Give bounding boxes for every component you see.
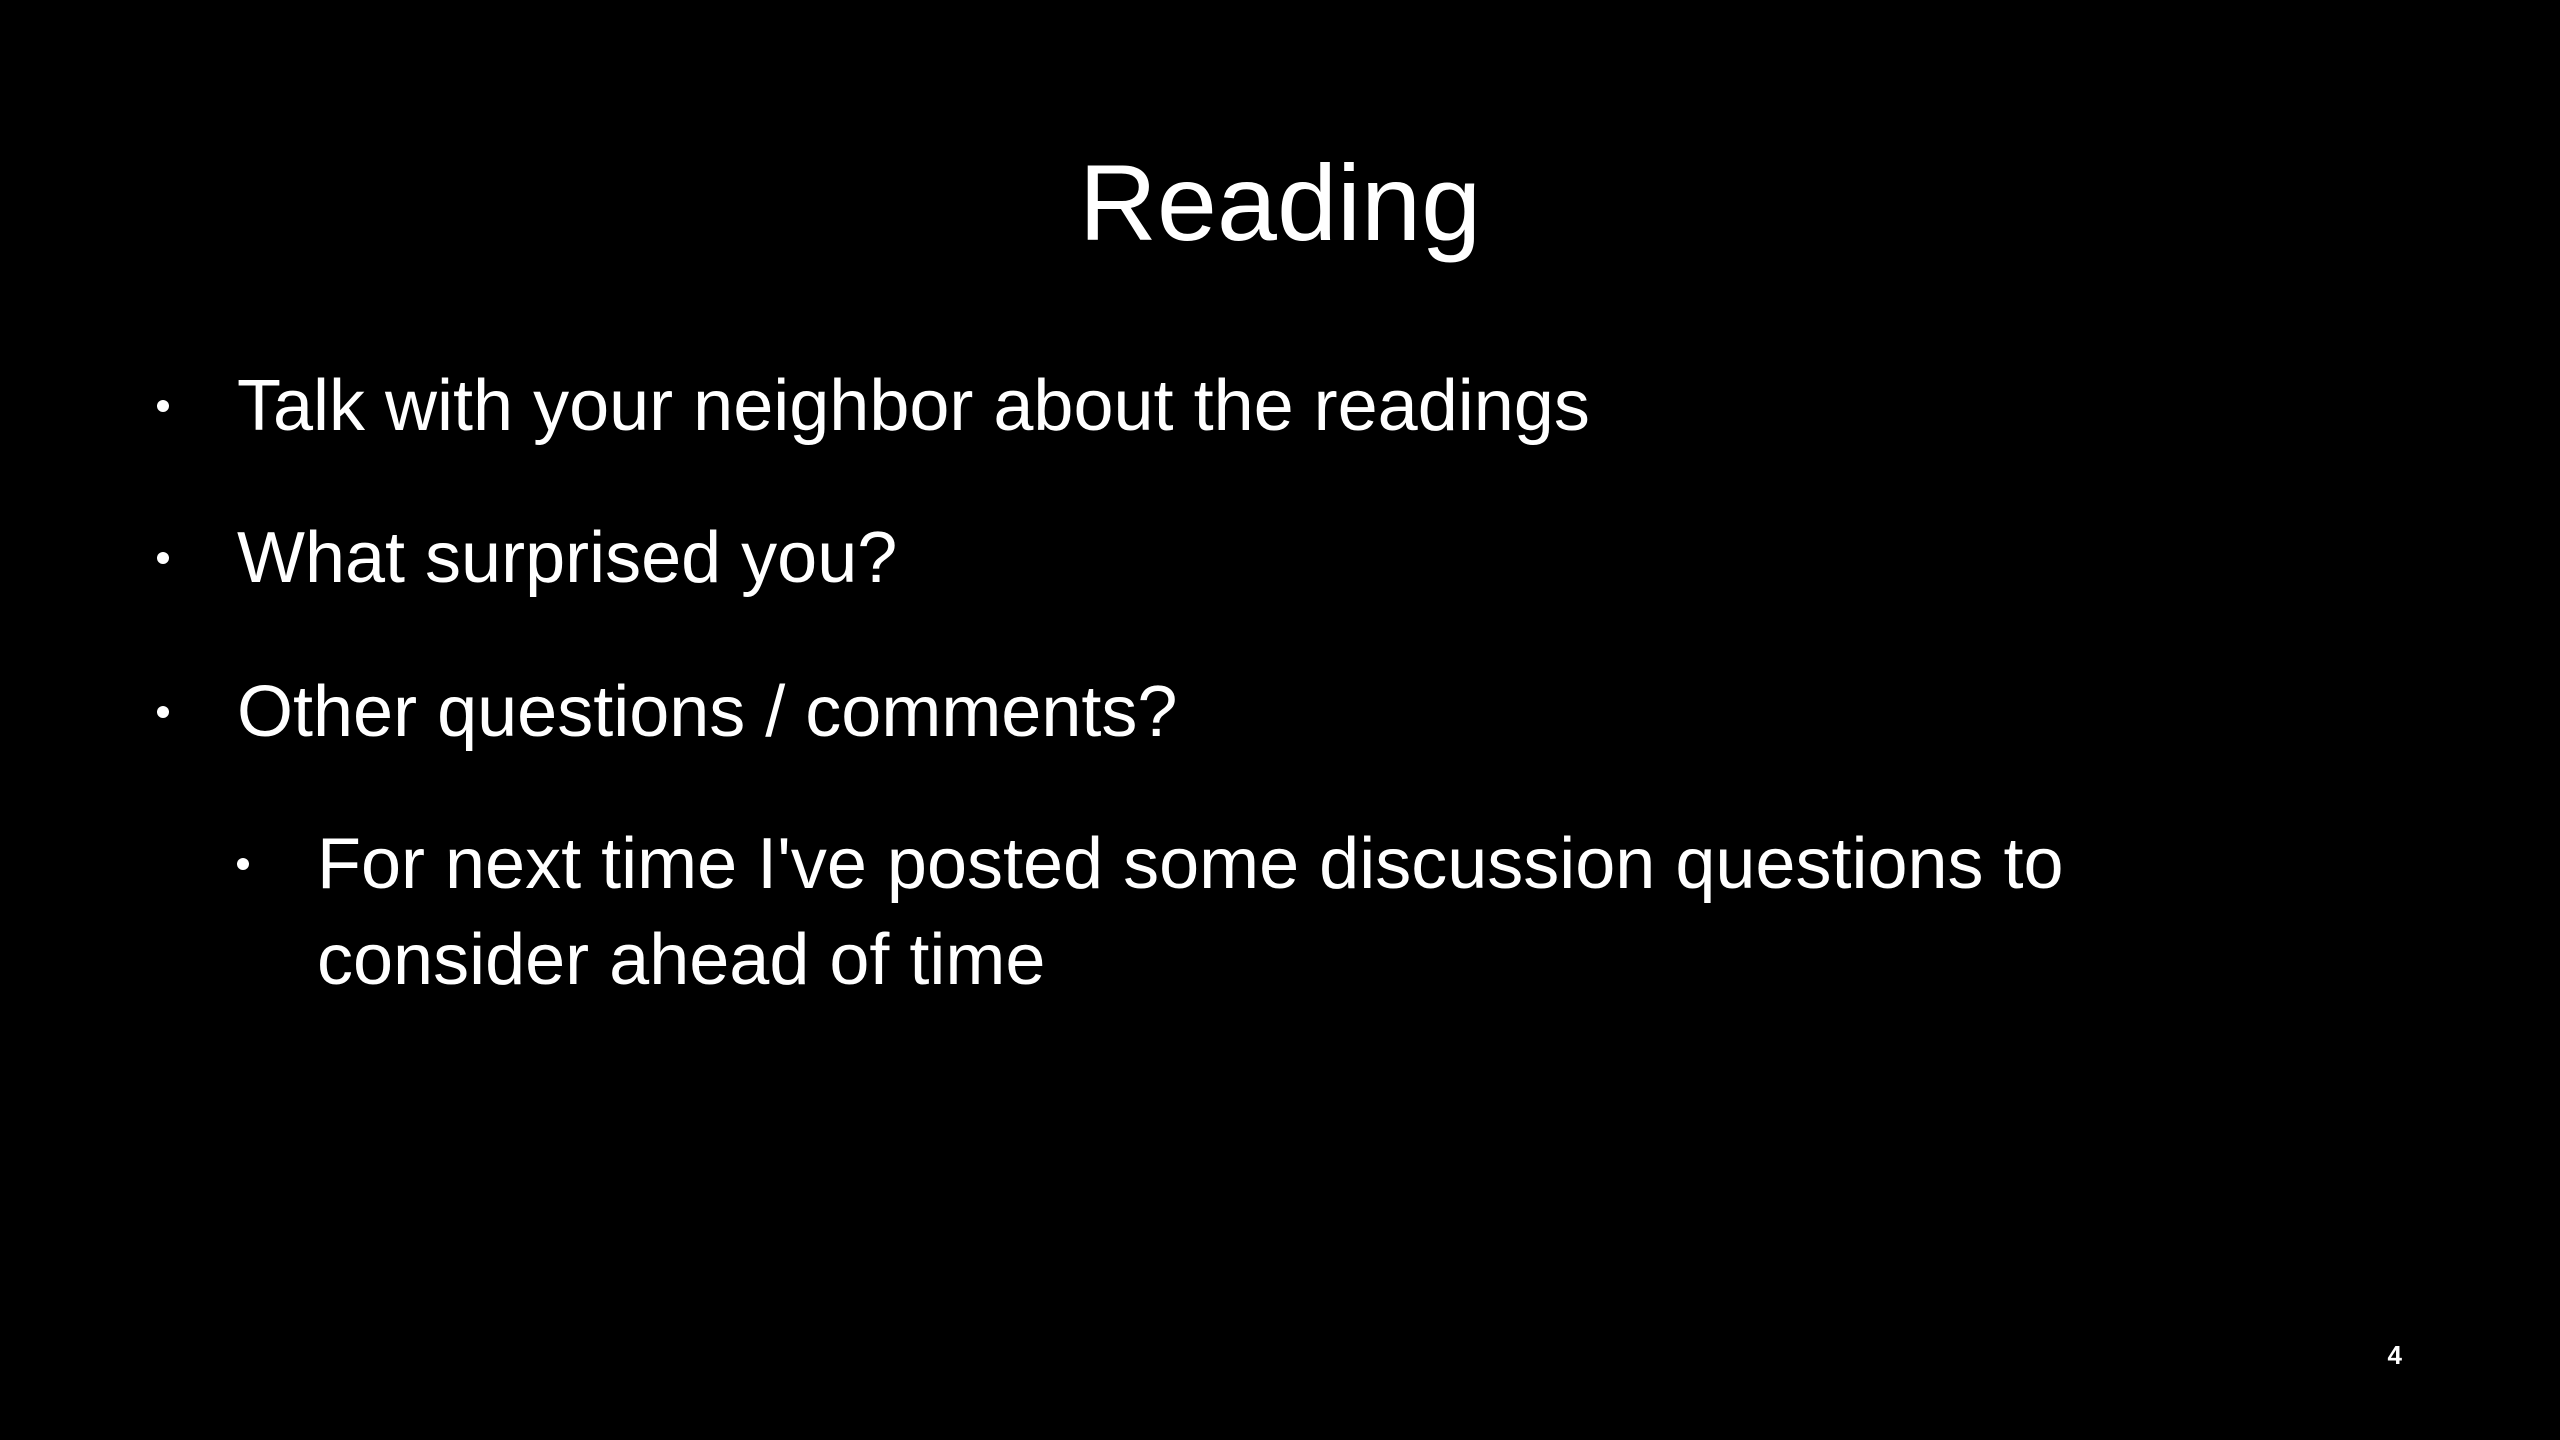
bullet-item: Talk with your neighbor about the readin… (157, 358, 1590, 454)
bullet-text: Other questions / comments? (237, 672, 1178, 752)
bullet-text: For next time I've posted some discussio… (317, 824, 2064, 1000)
bullet-text: Talk with your neighbor about the readin… (237, 366, 1590, 446)
bullet-item: Other questions / comments? (157, 664, 1178, 760)
bullet-icon (157, 706, 169, 718)
bullet-text: What surprised you? (237, 518, 898, 598)
bullet-icon (157, 552, 169, 564)
bullet-list: Talk with your neighbor about the readin… (0, 0, 2560, 1440)
bullet-item: What surprised you? (157, 510, 898, 606)
sub-bullet-item: For next time I've posted some discussio… (237, 816, 2317, 1008)
bullet-icon (237, 858, 249, 870)
page-number: 4 (2387, 1340, 2402, 1370)
slide: Reading Talk with your neighbor about th… (0, 0, 2560, 1440)
bullet-icon (157, 400, 169, 412)
